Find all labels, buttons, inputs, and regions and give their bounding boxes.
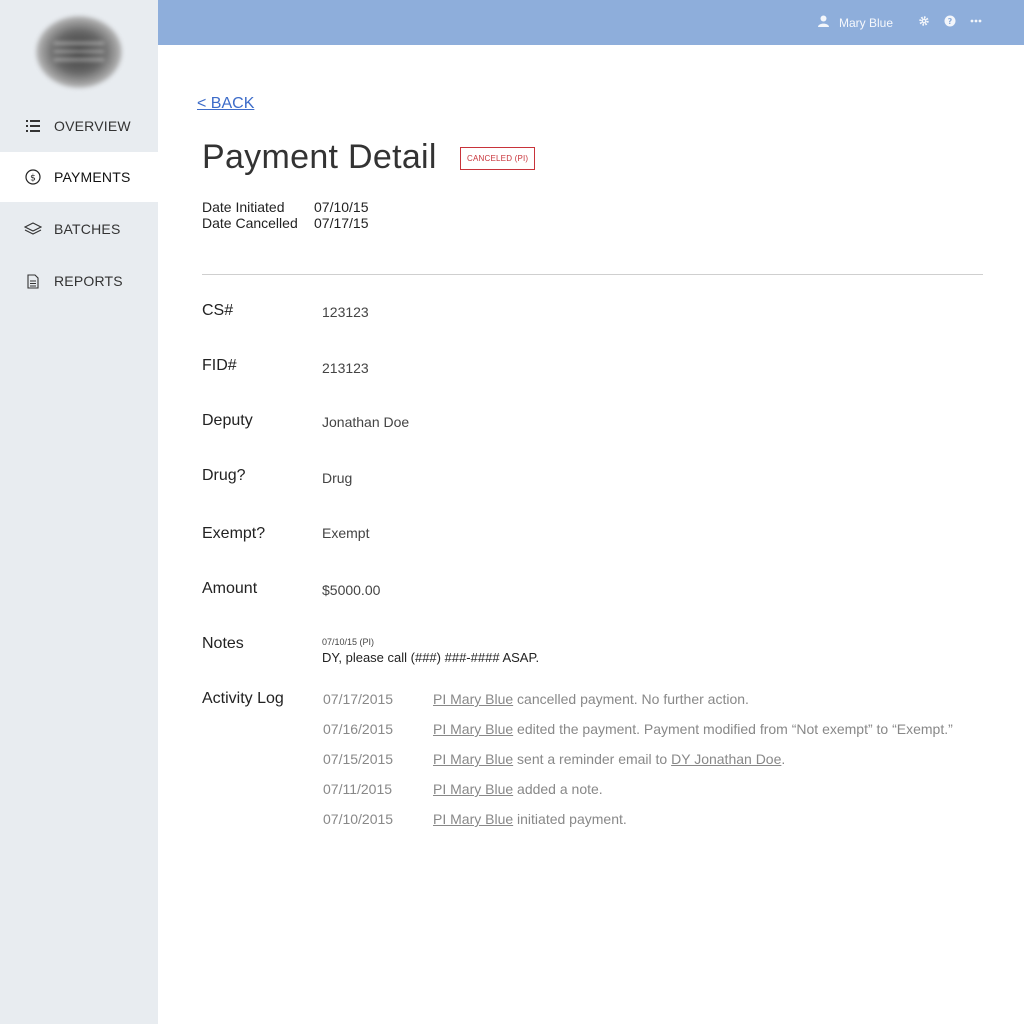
- log-suffix: .: [781, 751, 786, 767]
- back-link[interactable]: < BACK: [197, 95, 254, 113]
- target-link[interactable]: DY Jonathan Doe: [671, 751, 781, 767]
- activity-log-row: 07/15/2015 PI Mary Blue sent a reminder …: [0, 751, 1024, 771]
- fid-number-label: FID#: [202, 357, 237, 374]
- date-cancelled-value: 07/17/15: [314, 215, 369, 231]
- dollar-icon: $: [24, 168, 42, 186]
- log-message: initiated payment.: [513, 811, 627, 827]
- log-text: PI Mary Blue cancelled payment. No furth…: [433, 691, 749, 707]
- user-menu[interactable]: Mary Blue: [818, 14, 893, 32]
- sidebar-item-label: OVERVIEW: [54, 118, 131, 134]
- activity-log-row: 07/11/2015 PI Mary Blue added a note.: [0, 781, 1024, 801]
- activity-log-row: 07/10/2015 PI Mary Blue initiated paymen…: [0, 811, 1024, 831]
- help-icon[interactable]: ?: [943, 14, 957, 28]
- exempt-value: Exempt: [322, 525, 370, 541]
- drug-value: Drug: [322, 470, 353, 486]
- status-badge: CANCELED (PI): [460, 147, 536, 170]
- divider: [202, 274, 983, 275]
- document-icon: [24, 272, 42, 290]
- layers-icon: [24, 220, 42, 238]
- log-date: 07/16/2015: [323, 721, 394, 737]
- svg-text:$: $: [30, 174, 36, 184]
- exempt-label: Exempt?: [202, 525, 266, 542]
- actor-link[interactable]: PI Mary Blue: [433, 691, 513, 707]
- sidebar: OVERVIEW $ PAYMENTS BATCHES REPORTS: [0, 0, 158, 1024]
- sidebar-item-label: PAYMENTS: [54, 169, 131, 185]
- drug-label: Drug?: [202, 467, 246, 484]
- sidebar-item-label: BATCHES: [54, 221, 121, 237]
- log-text: PI Mary Blue edited the payment. Payment…: [433, 721, 953, 737]
- logo: [36, 16, 122, 88]
- top-bar: Mary Blue ?: [158, 0, 1024, 45]
- deputy-label: Deputy: [202, 412, 253, 429]
- note-text: DY, please call (###) ###-#### ASAP.: [322, 650, 540, 665]
- amount-value: $5000.00: [322, 582, 381, 598]
- log-date: 07/11/2015: [323, 781, 393, 797]
- sidebar-item-overview[interactable]: OVERVIEW: [0, 101, 158, 151]
- log-text: PI Mary Blue sent a reminder email to DY…: [433, 751, 785, 767]
- log-message: added a note.: [513, 781, 603, 797]
- log-date: 07/17/2015: [323, 691, 394, 707]
- user-icon: [818, 14, 829, 32]
- activity-log-row: 07/17/2015 PI Mary Blue cancelled paymen…: [0, 691, 1024, 711]
- gear-icon[interactable]: [917, 14, 931, 28]
- actor-link[interactable]: PI Mary Blue: [433, 781, 513, 797]
- date-cancelled-label: Date Cancelled: [202, 215, 298, 231]
- actor-link[interactable]: PI Mary Blue: [433, 721, 513, 737]
- svg-text:?: ?: [948, 17, 953, 26]
- activity-log-row: 07/16/2015 PI Mary Blue edited the payme…: [0, 721, 1024, 741]
- list-icon: [24, 117, 42, 135]
- more-icon[interactable]: [969, 14, 983, 28]
- sidebar-item-payments[interactable]: $ PAYMENTS: [0, 152, 158, 202]
- sidebar-item-reports[interactable]: REPORTS: [0, 256, 158, 306]
- log-date: 07/15/2015: [323, 751, 394, 767]
- log-text: PI Mary Blue added a note.: [433, 781, 603, 797]
- deputy-value: Jonathan Doe: [322, 414, 410, 430]
- date-initiated-label: Date Initiated: [202, 199, 285, 215]
- cs-number-label: CS#: [202, 302, 234, 319]
- log-message: cancelled payment. No further action.: [513, 691, 749, 707]
- cs-number-value: 123123: [322, 304, 369, 320]
- amount-label: Amount: [202, 580, 258, 597]
- actor-link[interactable]: PI Mary Blue: [433, 751, 513, 767]
- log-text: PI Mary Blue initiated payment.: [433, 811, 627, 827]
- log-message: sent a reminder email to: [513, 751, 672, 767]
- actor-link[interactable]: PI Mary Blue: [433, 811, 513, 827]
- sidebar-item-label: REPORTS: [54, 273, 123, 289]
- sidebar-item-batches[interactable]: BATCHES: [0, 204, 158, 254]
- notes-label: Notes: [202, 635, 244, 652]
- note-date: 07/10/15 (PI): [322, 637, 375, 647]
- date-summary: Date Initiated 07/10/15 Date Cancelled 07/…: [202, 199, 369, 231]
- log-date: 07/10/2015: [323, 811, 394, 827]
- user-name: Mary Blue: [839, 16, 894, 30]
- fid-number-value: 213123: [322, 360, 369, 376]
- date-initiated-value: 07/10/15: [314, 199, 369, 215]
- log-message: edited the payment. Payment modified fro…: [513, 721, 953, 737]
- page-title: Payment Detail: [202, 138, 437, 176]
